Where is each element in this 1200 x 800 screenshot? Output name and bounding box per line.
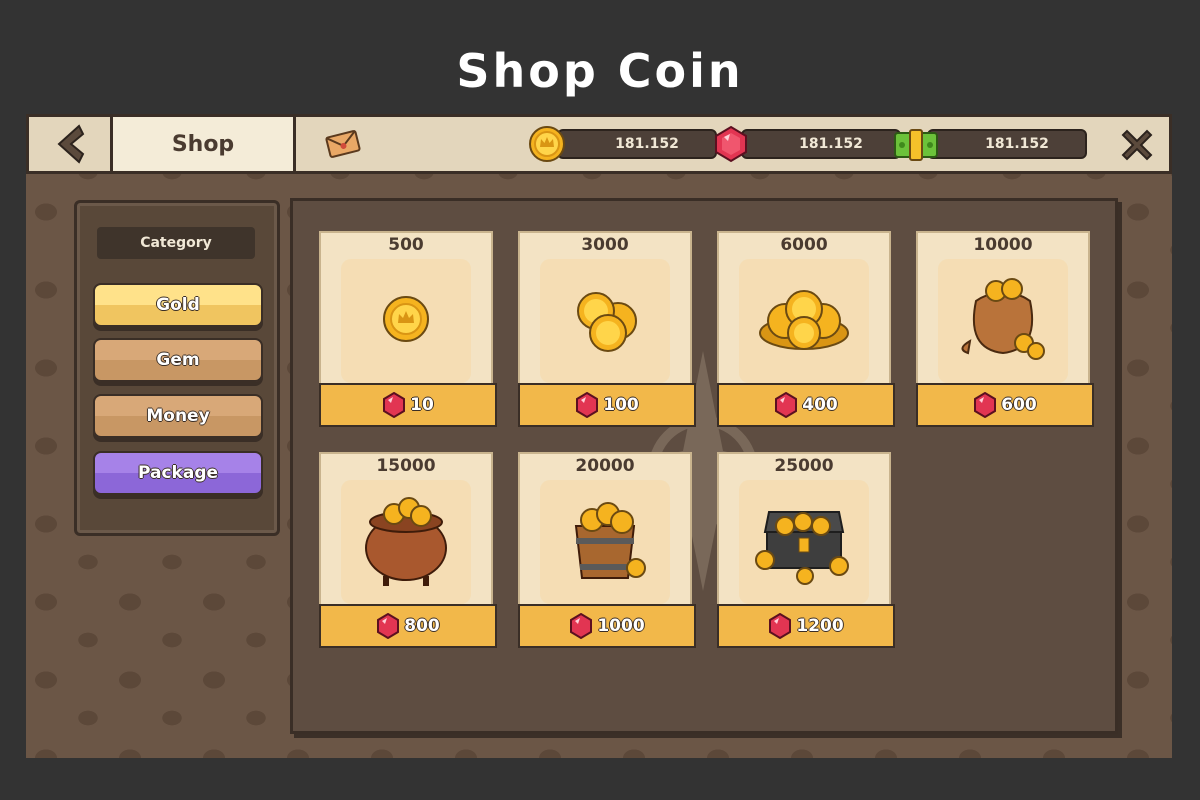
gold-balance: 181.152 <box>557 129 717 159</box>
close-icon <box>1121 129 1153 161</box>
shop-item-card[interactable]: 500 10 <box>319 231 497 431</box>
ruby-gem-icon <box>775 392 798 418</box>
cash-money-icon <box>894 129 938 161</box>
item-amount: 10000 <box>973 235 1033 255</box>
category-money-button[interactable]: Money <box>93 394 263 438</box>
coin-barrel-icon <box>574 502 646 579</box>
shop-item-card[interactable]: 15000 800 <box>319 452 497 652</box>
ruby-gem-icon <box>576 392 599 418</box>
mail-button[interactable] <box>325 127 361 161</box>
category-sidebar: Category Gold Gem Money Package <box>74 200 280 536</box>
item-amount: 20000 <box>575 456 635 476</box>
category-package-button[interactable]: Package <box>93 451 263 495</box>
buy-button[interactable]: 600 <box>916 383 1094 427</box>
item-amount: 500 <box>388 235 424 255</box>
shop-window: Shop 181.152 181.152 181.152 Category Go… <box>26 114 1172 758</box>
coin-sack-icon <box>961 278 1045 360</box>
coin-pot-icon <box>365 497 447 586</box>
ruby-gem-icon <box>974 392 997 418</box>
item-price: 600 <box>1001 395 1037 415</box>
ruby-gem-icon <box>377 613 400 639</box>
item-price: 1000 <box>597 616 645 636</box>
envelope-icon <box>325 130 361 158</box>
item-amount: 25000 <box>774 456 834 476</box>
ruby-gem-icon <box>769 613 792 639</box>
treasure-chest-icon <box>755 511 849 585</box>
shop-items-panel: 500 10 3000 100 6000 400 10000 600 15000… <box>290 198 1118 734</box>
shop-item-card[interactable]: 20000 1000 <box>518 452 696 652</box>
item-price: 400 <box>802 395 838 415</box>
buy-button[interactable]: 1200 <box>717 604 895 648</box>
gold-coin-icon <box>529 126 565 162</box>
category-gem-button[interactable]: Gem <box>93 338 263 382</box>
buy-button[interactable]: 100 <box>518 383 696 427</box>
item-amount: 15000 <box>376 456 436 476</box>
shop-item-card[interactable]: 25000 1200 <box>717 452 895 652</box>
shop-item-card[interactable]: 6000 400 <box>717 231 895 431</box>
item-price: 1200 <box>796 616 844 636</box>
coin-stack-icon <box>577 292 637 352</box>
ruby-gem-icon <box>570 613 593 639</box>
buy-button[interactable]: 400 <box>717 383 895 427</box>
category-title: Category <box>97 227 255 259</box>
buy-button[interactable]: 10 <box>319 383 497 427</box>
gem-balance: 181.152 <box>741 129 901 159</box>
item-amount: 3000 <box>581 235 629 255</box>
shop-item-card[interactable]: 10000 600 <box>916 231 1094 431</box>
top-bar: Shop 181.152 181.152 181.152 <box>26 114 1172 174</box>
item-price: 100 <box>603 395 639 415</box>
page-title: Shop Coin <box>456 44 744 98</box>
tab-shop[interactable]: Shop <box>113 117 296 171</box>
item-price: 800 <box>404 616 440 636</box>
single-coin-icon <box>383 296 429 342</box>
coin-pile-icon <box>759 290 849 350</box>
chevron-left-icon <box>57 124 84 164</box>
item-amount: 6000 <box>780 235 828 255</box>
category-gold-button[interactable]: Gold <box>93 283 263 327</box>
item-price: 10 <box>410 395 434 415</box>
buy-button[interactable]: 1000 <box>518 604 696 648</box>
ruby-gem-icon <box>715 125 747 163</box>
buy-button[interactable]: 800 <box>319 604 497 648</box>
close-button[interactable] <box>1117 125 1157 165</box>
back-button[interactable] <box>29 117 113 171</box>
money-balance: 181.152 <box>927 129 1087 159</box>
shop-item-card[interactable]: 3000 100 <box>518 231 696 431</box>
ruby-gem-icon <box>383 392 406 418</box>
